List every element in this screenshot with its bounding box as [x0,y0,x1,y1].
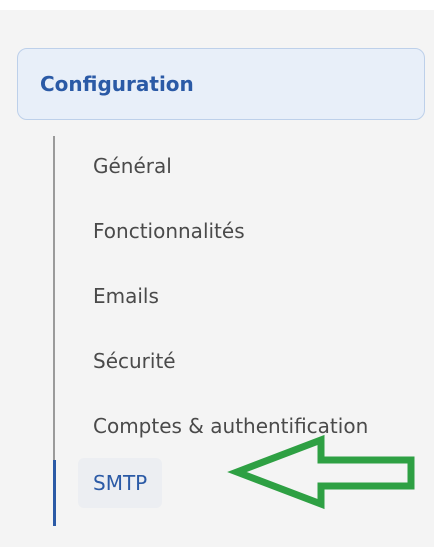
sidebar-item-securite[interactable]: Sécurité [93,341,176,381]
sidebar-item-smtp[interactable]: SMTP [78,458,163,508]
tree-active-indicator [53,460,56,526]
arrow-left-icon [227,434,415,510]
section-title: Configuration [40,72,194,96]
sidebar-item-fonctionnalites[interactable]: Fonctionnalités [93,211,245,251]
sidebar-item-label: Sécurité [93,349,176,373]
sidebar-item-label: SMTP [93,471,148,495]
section-configuration[interactable]: Configuration [17,48,425,120]
sidebar-item-label: Général [93,154,172,178]
sidebar-item-label: Fonctionnalités [93,219,245,243]
sidebar-item-label: Emails [93,284,159,308]
sidebar-item-general[interactable]: Général [93,146,172,186]
sidebar-item-emails[interactable]: Emails [93,276,159,316]
